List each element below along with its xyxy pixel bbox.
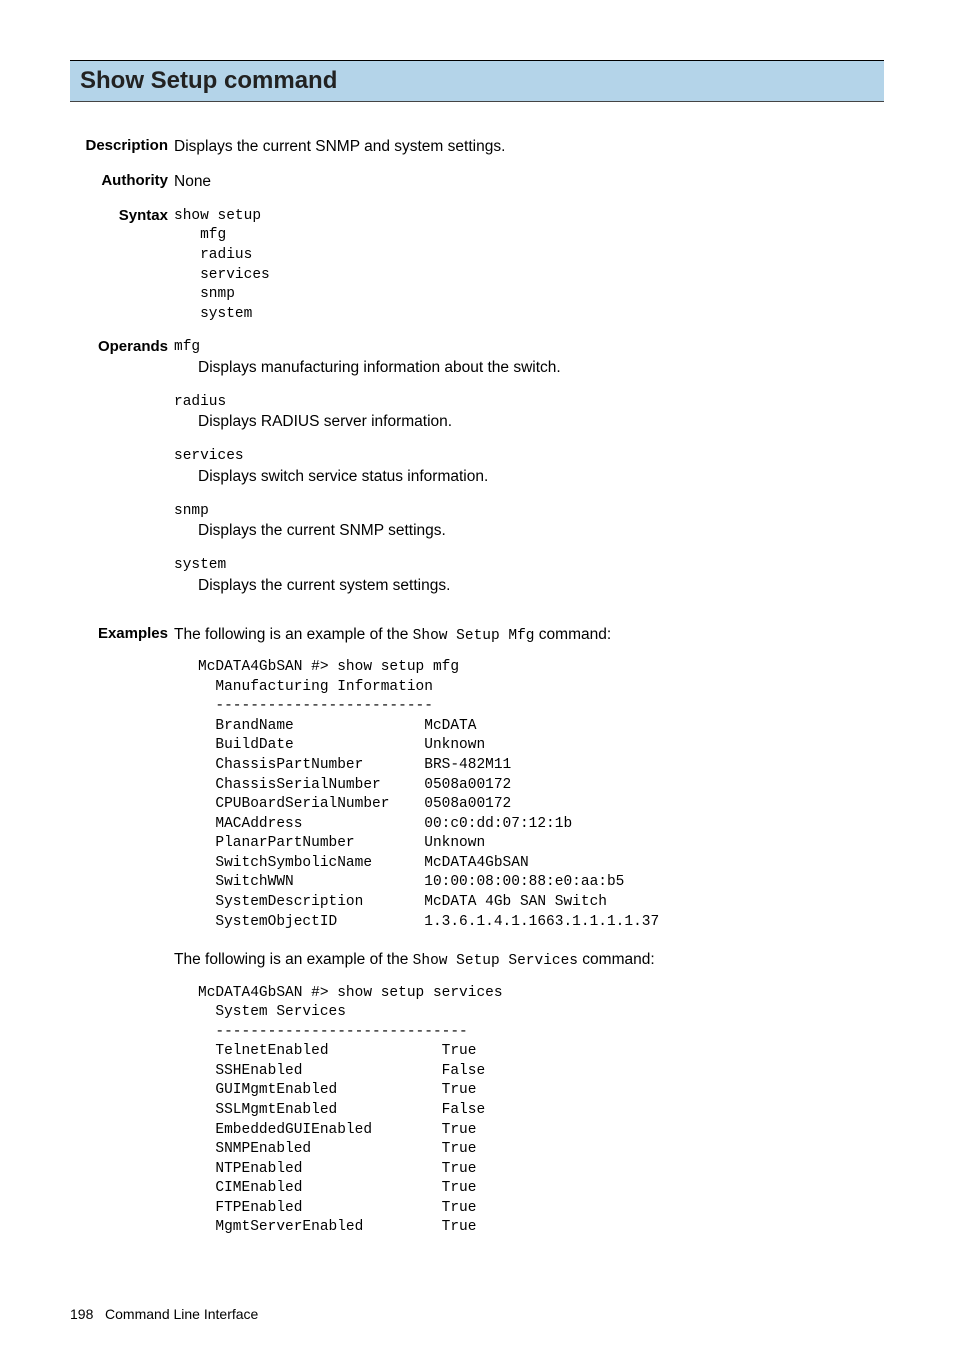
example2-pre: The following is an example of the: [174, 951, 413, 968]
description-row: Description Displays the current SNMP an…: [70, 137, 884, 158]
example-block-2: McDATA4GbSAN #> show setup services Syst…: [198, 984, 884, 1238]
content: Description Displays the current SNMP an…: [70, 137, 884, 1256]
example1-post: command:: [535, 626, 612, 643]
operand-desc: Displays the current SNMP settings.: [198, 521, 884, 542]
authority-label: Authority: [70, 172, 174, 193]
examples-label: Examples: [70, 625, 174, 1256]
examples-body: The following is an example of the Show …: [174, 625, 884, 1256]
footer: 198 Command Line Interface: [70, 1306, 884, 1322]
operand-desc: Displays manufacturing information about…: [198, 358, 884, 379]
example1-pre: The following is an example of the: [174, 626, 413, 643]
operand-name: radius: [174, 393, 884, 413]
example2-cmd: Show Setup Services: [413, 953, 578, 969]
examples-row: Examples The following is an example of …: [70, 625, 884, 1256]
operand-desc: Displays switch service status informati…: [198, 467, 884, 488]
syntax-body: show setup mfg radius services snmp syst…: [174, 207, 884, 324]
operand-name: snmp: [174, 502, 884, 522]
operand-item: systemDisplays the current system settin…: [174, 556, 884, 596]
operand-item: mfgDisplays manufacturing information ab…: [174, 338, 884, 378]
authority-text: None: [174, 172, 884, 193]
description-label: Description: [70, 137, 174, 158]
example1-cmd: Show Setup Mfg: [413, 628, 535, 644]
operand-item: servicesDisplays switch service status i…: [174, 447, 884, 487]
footer-text: Command Line Interface: [105, 1306, 258, 1322]
operand-desc: Displays the current system settings.: [198, 576, 884, 597]
page-title: Show Setup command: [80, 67, 874, 95]
operands-label: Operands: [70, 338, 174, 610]
example2-post: command:: [578, 951, 655, 968]
example-intro-2: The following is an example of the Show …: [174, 950, 884, 972]
page-number: 198: [70, 1306, 93, 1322]
syntax-label: Syntax: [70, 207, 174, 324]
operand-item: radiusDisplays RADIUS server information…: [174, 393, 884, 433]
authority-row: Authority None: [70, 172, 884, 193]
example-intro-1: The following is an example of the Show …: [174, 625, 884, 647]
operand-name: services: [174, 447, 884, 467]
description-text: Displays the current SNMP and system set…: [174, 137, 884, 158]
operand-item: snmpDisplays the current SNMP settings.: [174, 502, 884, 542]
example-block-1: McDATA4GbSAN #> show setup mfg Manufactu…: [198, 658, 884, 932]
operands-row: Operands mfgDisplays manufacturing infor…: [70, 338, 884, 610]
operands-body: mfgDisplays manufacturing information ab…: [174, 338, 884, 610]
operand-desc: Displays RADIUS server information.: [198, 412, 884, 433]
operand-name: mfg: [174, 338, 884, 358]
operand-name: system: [174, 556, 884, 576]
syntax-row: Syntax show setup mfg radius services sn…: [70, 207, 884, 324]
page: Show Setup command Description Displays …: [0, 0, 954, 1362]
title-bar: Show Setup command: [70, 60, 884, 102]
